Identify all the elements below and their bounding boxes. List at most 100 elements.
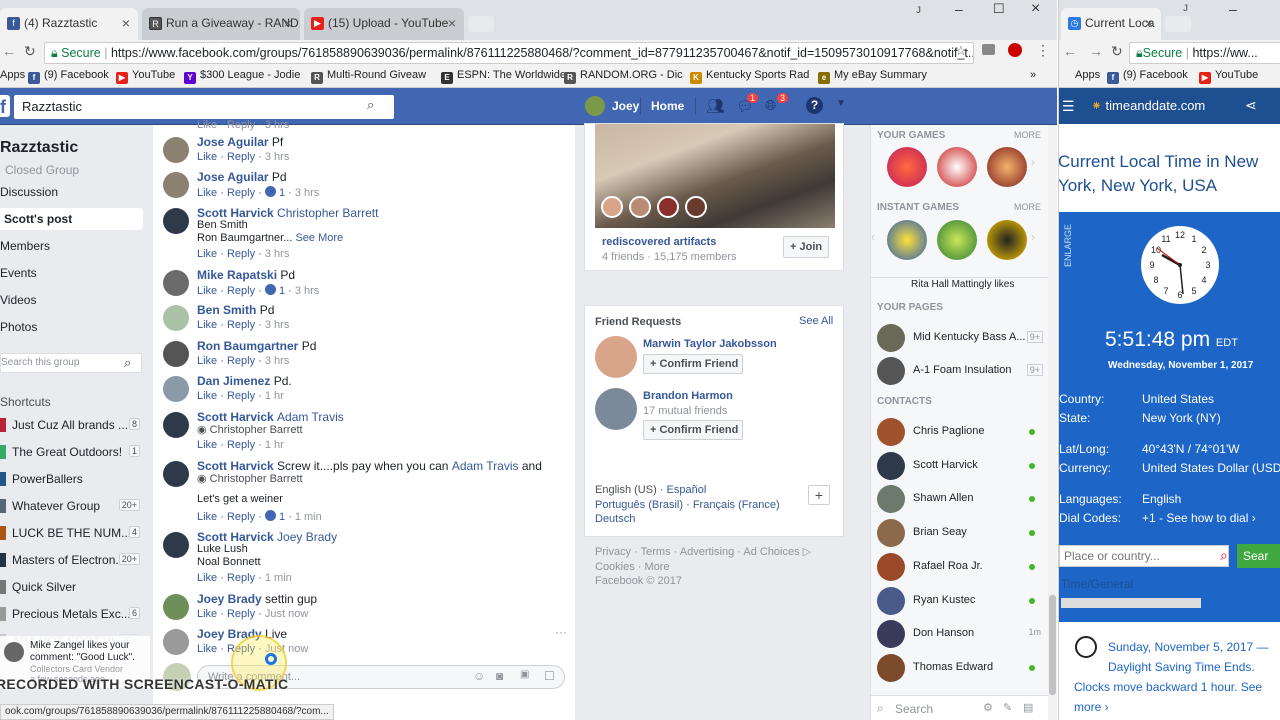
shortcut-item[interactable]: PowerBallers (0, 471, 142, 487)
new-tab-button[interactable] (1165, 16, 1191, 32)
language-link[interactable]: Deutsch (595, 513, 635, 525)
game-icon[interactable] (987, 220, 1027, 260)
comment-author[interactable]: Mike Rapatski (197, 268, 277, 282)
scrollbar[interactable] (1048, 125, 1057, 720)
avatar[interactable] (163, 412, 189, 438)
comment-author[interactable]: Scott Harvick (197, 206, 274, 220)
mention-link[interactable]: Adam Travis (452, 459, 519, 473)
close-tab-icon[interactable]: × (284, 15, 292, 31)
comment-time[interactable]: 3 hrs (265, 151, 289, 163)
avatar[interactable] (585, 96, 605, 116)
place-search-input[interactable]: Place or country... ⌕ (1059, 545, 1229, 567)
scrollbar-thumb[interactable] (1049, 595, 1056, 695)
avatar[interactable] (163, 376, 189, 402)
enlarge-link[interactable]: ENLARGE (1063, 224, 1073, 267)
bookmark-espn[interactable]: E ESPN: The Worldwide (441, 69, 566, 84)
contact-item[interactable]: Shawn Allen (877, 483, 1047, 514)
chevron-down-icon[interactable]: ▼ (836, 98, 846, 109)
avatar[interactable] (163, 532, 189, 558)
like-link[interactable]: Like (197, 439, 217, 451)
avatar[interactable] (163, 629, 189, 655)
dst-notice-more[interactable]: Clocks move backward 1 hour. See more › (1074, 677, 1262, 717)
comment-author[interactable]: Ben Smith (197, 303, 256, 317)
game-icon[interactable] (887, 220, 927, 260)
avatar[interactable] (163, 208, 189, 234)
bookmark-apps[interactable]: Apps (1075, 69, 1100, 81)
comment-author[interactable]: Dan Jimenez (197, 374, 270, 388)
bookmark-multi-round[interactable]: R Multi-Round Giveaw (311, 69, 426, 84)
search-button[interactable]: Sear (1237, 544, 1280, 568)
tab-youtube[interactable]: ▶ (15) Upload - YouTube × (304, 8, 464, 40)
profile-link[interactable]: Joey (612, 99, 639, 113)
like-link[interactable]: Like (197, 248, 217, 260)
contact-item[interactable]: Brian Seay (877, 517, 1047, 548)
tab-time-general[interactable]: Time/General (1061, 577, 1133, 591)
new-tab-button[interactable] (468, 16, 494, 32)
tab-random-org[interactable]: R Run a Giveaway - RAND × (142, 8, 300, 40)
tab-timeanddate[interactable]: ◷ Current Loca × (1061, 8, 1161, 40)
friend-requests-icon[interactable]: 👥︎ (706, 97, 725, 115)
group-link[interactable]: rediscovered artifacts (602, 236, 716, 248)
share-icon[interactable]: ⋖ (1245, 97, 1257, 114)
contact-item[interactable]: Thomas Edward (877, 652, 1047, 682)
reply-link[interactable]: Reply (227, 285, 255, 297)
home-link[interactable]: Home (651, 99, 684, 113)
minimize-icon[interactable]: – (955, 1, 963, 17)
ticker[interactable]: Rita Hall Mattingly likes (871, 277, 1049, 291)
reply-link[interactable]: Reply (227, 608, 255, 620)
avatar[interactable] (163, 594, 189, 620)
mention-link[interactable]: Christopher Barrett (277, 206, 378, 220)
minimize-icon[interactable]: – (1229, 1, 1237, 17)
reply-link[interactable]: Reply (227, 248, 255, 260)
like-link[interactable]: Like (197, 285, 217, 297)
bookmark-facebook[interactable]: f (9) Facebook (1107, 69, 1188, 84)
games-more-link[interactable]: MORE (1014, 130, 1041, 140)
comment-time[interactable]: 3 hrs (265, 355, 289, 367)
reply-link[interactable]: Reply (227, 390, 255, 402)
profile-icon[interactable]: ᴊ (1183, 0, 1188, 14)
like-link[interactable]: Like (197, 643, 217, 655)
comment-options-icon[interactable]: ··· (555, 625, 567, 639)
avatar[interactable] (595, 336, 637, 378)
shortcut-item[interactable]: Just Cuz All brands ... 8 (0, 417, 142, 433)
bookmark-youtube[interactable]: ▶ YouTube (1199, 69, 1258, 84)
comment-time[interactable]: 3 hrs (265, 319, 289, 331)
back-icon[interactable]: ← (1063, 43, 1077, 59)
comment-time[interactable]: 1 hr (265, 390, 284, 402)
join-button[interactable]: + Join (783, 236, 830, 258)
tab-time-zone[interactable]: Time Zone (1228, 577, 1280, 591)
friend-request-name[interactable]: Brandon Harmon (643, 390, 733, 402)
comment-author[interactable]: Ron Baumgartner (197, 339, 298, 353)
bookmark-ebay[interactable]: e My eBay Summary (818, 69, 927, 84)
see-all-link[interactable]: See All (799, 315, 833, 327)
profile-icon[interactable]: ᴊ (916, 2, 921, 16)
reply-link[interactable]: Reply (227, 319, 255, 331)
comment-time[interactable]: 3 hrs (295, 285, 319, 297)
contact-item[interactable]: Scott Harvick (877, 450, 1047, 480)
reload-icon[interactable]: ↻ (24, 43, 36, 60)
info-value[interactable]: +1 - See how to dial › (1142, 511, 1256, 525)
see-more-link[interactable]: See More (295, 232, 343, 244)
confirm-friend-button[interactable]: + Confirm Friend (643, 354, 743, 374)
bookmark-300-league[interactable]: Y $300 League - Jodie (184, 69, 300, 84)
hamburger-menu-icon[interactable]: ☰ (1062, 98, 1075, 115)
like-link[interactable]: Like (197, 151, 217, 163)
comment-author[interactable]: Scott Harvick (197, 530, 274, 544)
shortcut-item[interactable]: Quick Silver (0, 579, 142, 595)
comment-author[interactable]: Scott Harvick (197, 459, 274, 473)
avatar[interactable] (595, 388, 637, 430)
like-link[interactable]: Like (197, 390, 217, 402)
search-icon[interactable]: ⌕ (367, 97, 374, 113)
facebook-search-input[interactable]: Razztastic (14, 95, 394, 119)
chevron-right-icon[interactable]: › (1031, 155, 1035, 169)
avatar[interactable] (163, 137, 189, 163)
chat-search-bar[interactable]: ⌕ Search ⚙ ✎ ▤ (871, 695, 1049, 720)
contact-item[interactable]: Rafael Roa Jr. (877, 551, 1047, 581)
bookmark-kentucky[interactable]: K Kentucky Sports Rad (690, 69, 809, 84)
forward-icon[interactable]: → (1089, 43, 1103, 59)
more-bookmarks-icon[interactable]: » (1030, 69, 1036, 81)
shortcut-item[interactable]: Precious Metals Exc... 6 (0, 606, 142, 622)
nav-events[interactable]: Events (0, 266, 37, 280)
group-search-input[interactable]: Search this group ⌕ (0, 353, 142, 373)
menu-icon[interactable]: ⋮ (1036, 42, 1050, 59)
